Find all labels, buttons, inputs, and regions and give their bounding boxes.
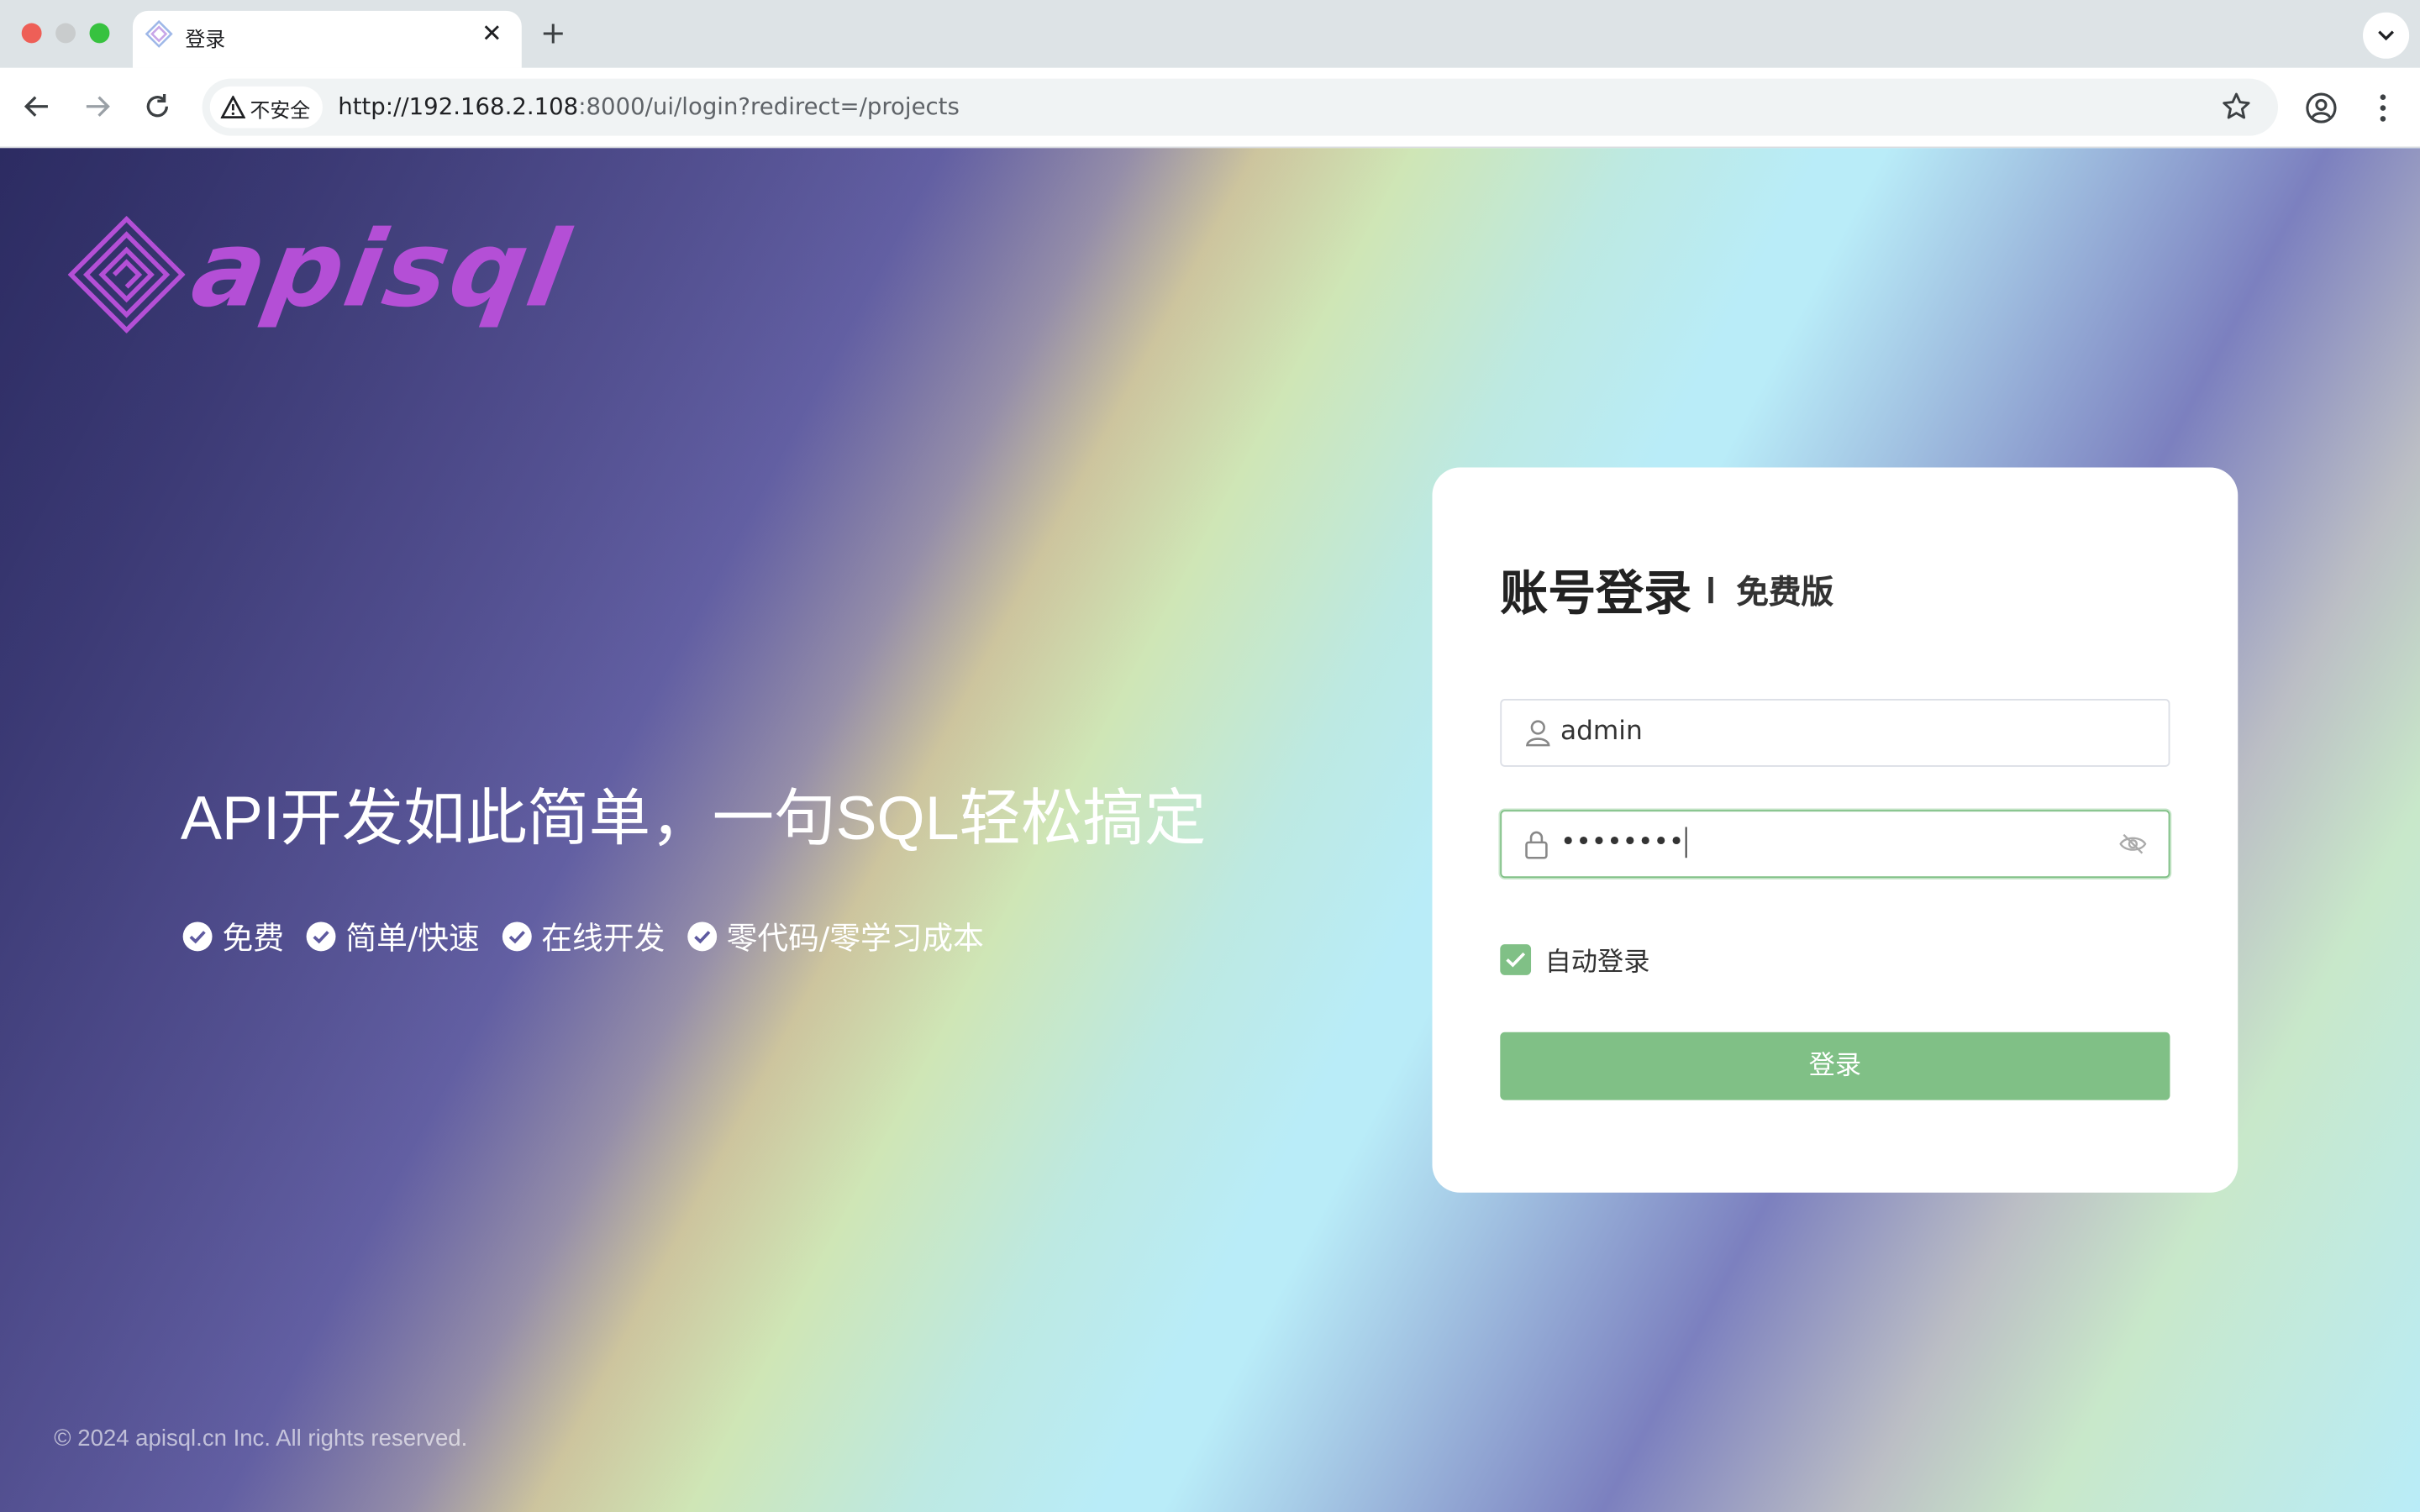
apisql-favicon-icon (145, 19, 173, 48)
warning-triangle-icon (220, 95, 246, 118)
user-icon (1526, 720, 1550, 747)
check-circle-icon (502, 921, 532, 951)
tab-strip: 登录 ✕ + (0, 0, 2420, 68)
feature-item: 免费 (182, 913, 284, 958)
lock-icon (1525, 831, 1548, 859)
login-page: apisql API开发如此简单，一句SQL轻松搞定 免费 简单/快速 在线开发… (0, 148, 2420, 1512)
address-bar[interactable]: 不安全 http://192.168.2.108:8000/ui/login?r… (202, 78, 2279, 136)
password-field[interactable]: •••••••• (1500, 810, 2170, 879)
window-maximize-button[interactable] (89, 23, 110, 44)
not-secure-label: 不安全 (250, 100, 311, 123)
window-minimize-button[interactable] (55, 23, 76, 44)
tab-search-button[interactable] (2363, 12, 2410, 59)
login-button[interactable]: 登录 (1500, 1032, 2170, 1100)
back-arrow-icon[interactable] (20, 90, 54, 123)
check-circle-icon (687, 921, 717, 951)
browser-toolbar: 不安全 http://192.168.2.108:8000/ui/login?r… (0, 67, 2420, 149)
eye-off-icon[interactable] (2119, 833, 2147, 855)
profile-avatar-icon[interactable] (2304, 91, 2338, 124)
chevron-down-icon (2378, 30, 2395, 41)
browser-window: 登录 ✕ + 不安全 http://192.168.2.108:8000/ui/… (0, 0, 2420, 1512)
login-title: 账号登录 (1500, 566, 1692, 622)
apisql-logo-icon (67, 216, 186, 333)
auto-login-label: 自动登录 (1544, 947, 1650, 979)
check-circle-icon (182, 921, 213, 951)
check-circle-icon (306, 921, 336, 951)
url-text[interactable]: http://192.168.2.108:8000/ui/login?redir… (338, 92, 960, 120)
tab-close-icon[interactable]: ✕ (481, 21, 502, 46)
username-field[interactable]: admin (1500, 699, 2170, 767)
bookmark-star-icon[interactable] (2221, 91, 2252, 122)
login-card: 账号登录 免费版 admin •••••••• 自动登录 登录 (1432, 467, 2238, 1193)
reload-icon[interactable] (140, 90, 174, 123)
hero-slogan: API开发如此简单，一句SQL轻松搞定 (180, 785, 1207, 853)
feature-item: 在线开发 (501, 913, 665, 958)
auto-login-option[interactable]: 自动登录 (1500, 940, 1650, 979)
browser-menu-icon[interactable] (2366, 91, 2400, 124)
copyright-text: © 2024 apisql.cn Inc. All rights reserve… (54, 1425, 468, 1452)
auto-login-checkbox[interactable] (1500, 943, 1532, 974)
apisql-logo: apisql (67, 210, 579, 336)
browser-tab-login[interactable]: 登录 ✕ (132, 10, 522, 68)
checkmark-icon (1506, 951, 1526, 967)
feature-list: 免费 简单/快速 在线开发 零代码/零学习成本 (182, 913, 984, 958)
feature-item: 简单/快速 (306, 913, 480, 958)
username-value: admin (1560, 716, 1643, 747)
new-tab-button[interactable]: + (540, 14, 566, 51)
forward-arrow-icon[interactable] (81, 90, 114, 123)
feature-item: 零代码/零学习成本 (687, 913, 984, 958)
logo-wordmark: apisql (183, 209, 580, 332)
tab-title: 登录 (185, 29, 226, 53)
edition-label: 免费版 (1736, 574, 1834, 612)
title-divider (1708, 576, 1713, 604)
password-value: •••••••• (1560, 827, 1687, 858)
window-close-button[interactable] (21, 23, 42, 44)
